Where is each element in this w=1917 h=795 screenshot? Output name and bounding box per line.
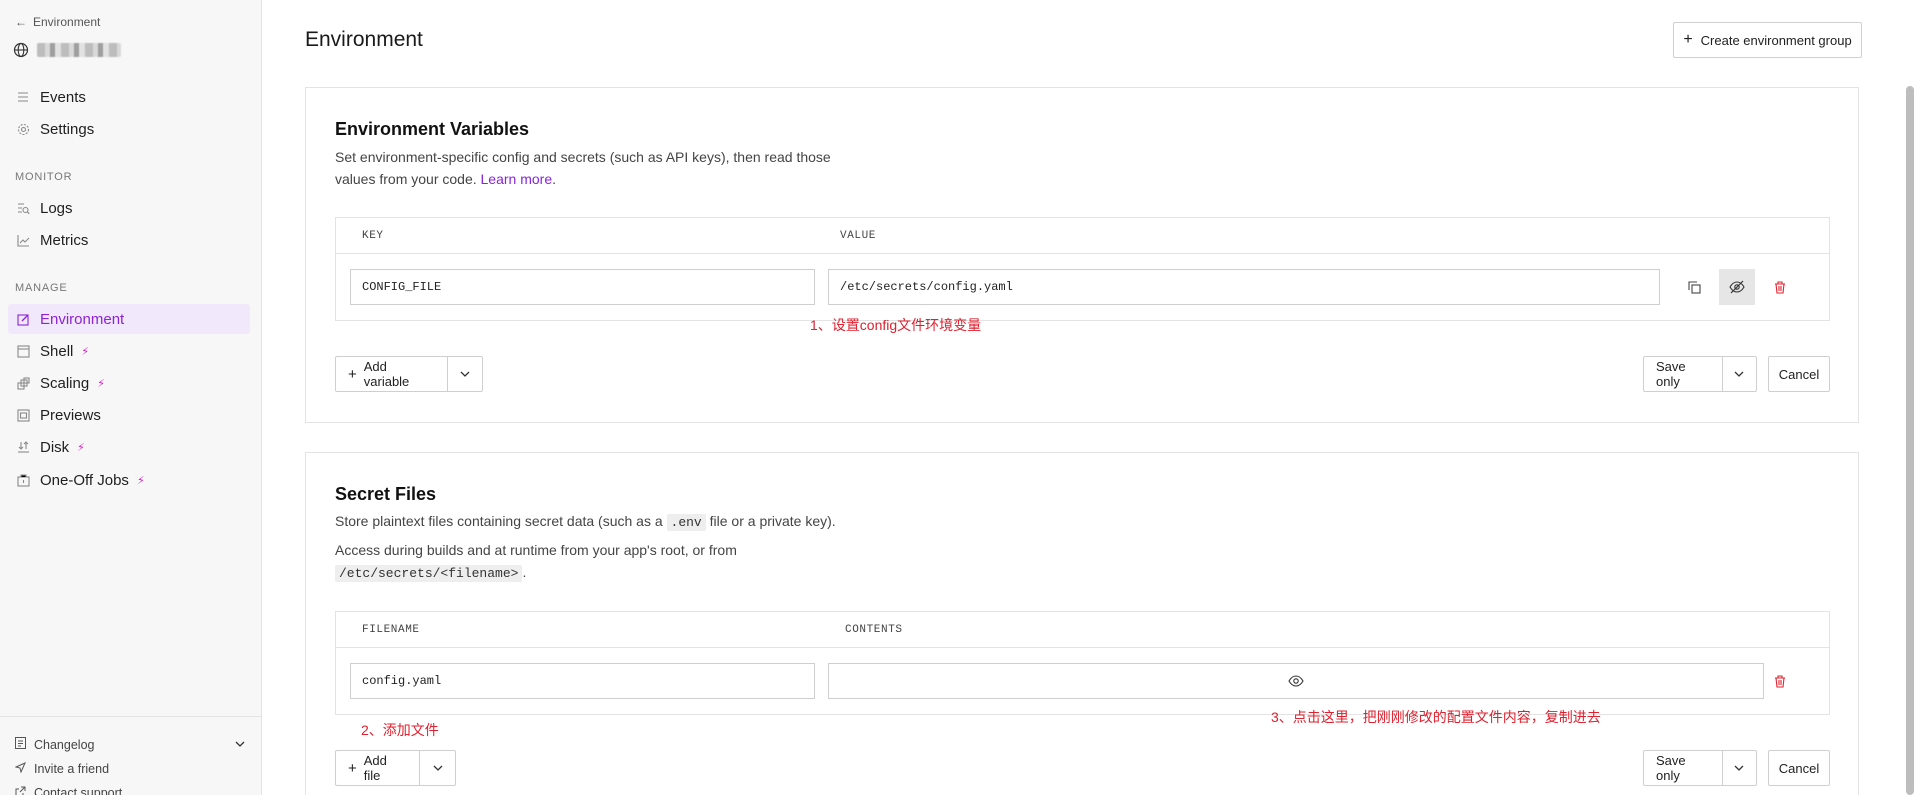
external-link-icon (15, 786, 26, 795)
logs-icon (16, 201, 30, 215)
sidebar-item-events[interactable]: Events (8, 82, 250, 112)
env-cancel-button[interactable]: Cancel (1768, 356, 1830, 392)
env-value-textarea[interactable]: /etc/secrets/config.yaml (828, 269, 1660, 305)
send-icon (14, 762, 26, 776)
secrets-path-code: /etc/secrets/<filename> (335, 565, 523, 582)
column-header-contents: CONTENTS (845, 624, 903, 636)
section-label-monitor: MONITOR (15, 171, 73, 183)
add-variable-menu-button[interactable] (446, 357, 482, 391)
jobs-icon (16, 473, 30, 487)
main-content: Environment + Create environment group E… (263, 0, 1917, 795)
sidebar-item-logs[interactable]: Logs (8, 193, 250, 223)
service-header (13, 42, 121, 58)
eye-icon (1288, 675, 1304, 687)
env-save-only-button[interactable]: Save only (1644, 357, 1722, 391)
chevron-down-icon (433, 765, 442, 771)
trash-icon[interactable] (1762, 663, 1798, 699)
gear-icon (16, 122, 30, 136)
bolt-icon: ⚡ (97, 377, 105, 390)
sidebar-footer: Changelog Invite a friend Contact suppor… (0, 716, 262, 795)
secret-files-table-header: FILENAME CONTENTS (336, 612, 1829, 648)
files-save-menu-button[interactable] (1721, 751, 1756, 785)
env-save-menu-button[interactable] (1721, 357, 1756, 391)
plus-icon: + (348, 365, 357, 383)
filename-input[interactable]: config.yaml (350, 663, 815, 699)
environment-variables-card: Environment Variables Set environment-sp… (305, 87, 1859, 423)
sidebar-item-shell[interactable]: Shell ⚡ (8, 336, 250, 366)
create-environment-group-button[interactable]: + Create environment group (1673, 22, 1862, 58)
secret-files-table: FILENAME CONTENTS config.yaml (335, 611, 1830, 715)
learn-more-link[interactable]: Learn more (481, 171, 553, 187)
plus-icon: + (348, 759, 357, 777)
section-label-manage: MANAGE (15, 282, 68, 294)
sidebar: ← Environment Events Settings MONITOR Lo… (0, 0, 262, 795)
sidebar-item-scaling[interactable]: Scaling ⚡ (8, 368, 250, 398)
terminal-icon (16, 344, 30, 358)
secret-files-title: Secret Files (335, 484, 437, 504)
bolt-icon: ⚡ (136, 474, 145, 487)
chevron-down-icon (235, 738, 245, 752)
annotation-paste-contents: 3、点击这里，把刚刚修改的配置文件内容，复制进去 (1271, 709, 1601, 725)
sidebar-item-one-off-jobs[interactable]: One-Off Jobs ⚡ (8, 465, 250, 495)
add-variable-button[interactable]: + Add variable (336, 357, 447, 391)
chevron-down-icon (1735, 765, 1744, 771)
env-file-code: .env (666, 514, 706, 531)
files-cancel-button[interactable]: Cancel (1768, 750, 1830, 786)
annotation-set-env-var: 1、设置config文件环境变量 (810, 317, 982, 333)
env-vars-description: Set environment-specific config and secr… (335, 149, 831, 187)
globe-icon (13, 42, 29, 58)
sidebar-item-settings[interactable]: Settings (8, 114, 250, 144)
env-save-split-button: Save only (1643, 356, 1757, 392)
chevron-down-icon (1735, 371, 1744, 377)
sidebar-item-environment[interactable]: Environment (8, 304, 250, 334)
secret-files-description-1: Store plaintext files containing secret … (335, 513, 836, 531)
service-name-redacted (37, 43, 121, 57)
chart-icon (16, 233, 30, 247)
add-file-split-button: + Add file (335, 750, 456, 786)
secret-files-description-2: Access during builds and at runtime from… (335, 542, 737, 582)
list-icon (16, 90, 30, 104)
hide-value-icon[interactable] (1719, 269, 1755, 305)
env-vars-title: Environment Variables (335, 119, 530, 139)
file-contents-field[interactable] (828, 663, 1764, 699)
sidebar-item-metrics[interactable]: Metrics (8, 225, 250, 255)
add-file-button[interactable]: + Add file (336, 751, 419, 785)
invite-friend-link[interactable]: Invite a friend (14, 762, 109, 776)
add-file-menu-button[interactable] (419, 751, 455, 785)
changelog-link[interactable]: Changelog (15, 737, 245, 752)
bolt-icon: ⚡ (81, 345, 90, 358)
contact-support-link[interactable]: Contact support (15, 786, 122, 795)
column-header-filename: FILENAME (362, 624, 420, 636)
annotation-add-file: 2、添加文件 (361, 722, 439, 738)
back-link[interactable]: ← Environment (15, 15, 100, 29)
copy-icon[interactable] (1676, 269, 1712, 305)
env-vars-table-header: KEY VALUE (336, 218, 1829, 254)
document-icon (15, 737, 26, 752)
files-save-only-button[interactable]: Save only (1644, 751, 1722, 785)
trash-icon[interactable] (1762, 269, 1798, 305)
env-vars-table: KEY VALUE CONFIG_FILE /etc/secrets/confi… (335, 217, 1830, 321)
secret-files-card: Secret Files Store plaintext files conta… (305, 452, 1859, 795)
previews-icon (16, 408, 30, 422)
add-variable-split-button: + Add variable (335, 356, 483, 392)
scaling-icon (16, 376, 30, 390)
disk-icon (16, 440, 30, 454)
plus-icon: + (1683, 31, 1693, 48)
column-header-key: KEY (362, 230, 384, 242)
column-header-value: VALUE (840, 230, 877, 242)
sidebar-item-previews[interactable]: Previews (8, 400, 250, 430)
env-key-input[interactable]: CONFIG_FILE (350, 269, 815, 305)
page-title: Environment (305, 28, 423, 51)
sidebar-item-disk[interactable]: Disk ⚡ (8, 432, 250, 462)
chevron-down-icon (460, 371, 470, 377)
files-save-split-button: Save only (1643, 750, 1757, 786)
arrow-left-icon: ← (15, 15, 27, 29)
edit-icon (16, 312, 30, 326)
bolt-icon: ⚡ (77, 441, 85, 454)
vertical-scrollbar[interactable] (1906, 86, 1914, 795)
